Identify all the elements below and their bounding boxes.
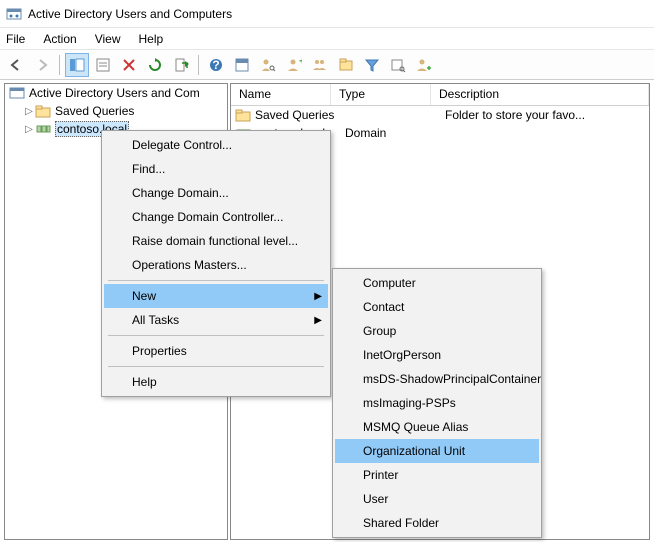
menu-separator (108, 280, 324, 281)
menu-new-contact[interactable]: Contact (335, 295, 539, 319)
details-button[interactable] (91, 53, 115, 77)
menu-new-msimaging[interactable]: msImaging-PSPs (335, 391, 539, 415)
menu-separator (108, 335, 324, 336)
folder-icon (235, 107, 251, 123)
find-users-button[interactable] (256, 53, 280, 77)
cell-name: Saved Queries (255, 108, 337, 122)
delete-button[interactable] (117, 53, 141, 77)
help-button[interactable]: ? (204, 53, 228, 77)
app-icon (6, 6, 22, 22)
tree-root[interactable]: Active Directory Users and Com (5, 84, 227, 102)
aduc-icon (9, 85, 25, 101)
refresh-button[interactable] (143, 53, 167, 77)
properties-button[interactable] (230, 53, 254, 77)
menu-help[interactable]: Help (104, 370, 328, 394)
expand-icon[interactable]: ▷ (23, 106, 35, 117)
window-title: Active Directory Users and Computers (28, 7, 232, 21)
add-ou-button[interactable] (334, 53, 358, 77)
back-button[interactable] (4, 53, 28, 77)
menu-separator (108, 366, 324, 367)
submenu-arrow-icon: ▶ (314, 291, 322, 302)
filter-button[interactable] (360, 53, 384, 77)
expand-icon[interactable]: ▷ (23, 124, 35, 135)
titlebar: Active Directory Users and Computers (0, 0, 654, 28)
add-group-button[interactable] (308, 53, 332, 77)
domain-icon (35, 121, 51, 137)
menu-new-msds-shadow[interactable]: msDS-ShadowPrincipalContainer (335, 367, 539, 391)
menubar: File Action View Help (0, 28, 654, 50)
add-user-button[interactable]: + (282, 53, 306, 77)
tree-root-label: Active Directory Users and Com (29, 86, 200, 100)
submenu-arrow-icon: ▶ (314, 315, 322, 326)
search-button[interactable] (386, 53, 410, 77)
menu-all-tasks[interactable]: All Tasks▶ (104, 308, 328, 332)
menu-find[interactable]: Find... (104, 157, 328, 181)
menu-action[interactable]: Action (43, 32, 76, 46)
menu-new-ou[interactable]: Organizational Unit (335, 439, 539, 463)
menu-new-inetorgperson[interactable]: InetOrgPerson (335, 343, 539, 367)
tree-saved-queries[interactable]: ▷ Saved Queries (5, 102, 227, 120)
cell-desc: Folder to store your favo... (437, 108, 649, 122)
menu-new-printer[interactable]: Printer (335, 463, 539, 487)
menu-properties[interactable]: Properties (104, 339, 328, 363)
column-type[interactable]: Type (331, 84, 431, 105)
column-description[interactable]: Description (431, 84, 649, 105)
menu-view[interactable]: View (95, 32, 121, 46)
toolbar-separator (198, 55, 199, 75)
export-button[interactable] (169, 53, 193, 77)
toolbar-separator (59, 55, 60, 75)
menu-new-computer[interactable]: Computer (335, 271, 539, 295)
column-name[interactable]: Name (231, 84, 331, 105)
list-header: Name Type Description (231, 84, 649, 106)
toolbar: ? + (0, 50, 654, 80)
cell-type: Domain (337, 126, 437, 140)
show-tree-button[interactable] (65, 53, 89, 77)
menu-operations-masters[interactable]: Operations Masters... (104, 253, 328, 277)
forward-button[interactable] (30, 53, 54, 77)
list-row[interactable]: Saved Queries Folder to store your favo.… (231, 106, 649, 124)
menu-new[interactable]: New▶ (104, 284, 328, 308)
svg-text:+: + (299, 57, 302, 68)
svg-text:?: ? (212, 58, 219, 72)
menu-change-dc[interactable]: Change Domain Controller... (104, 205, 328, 229)
menu-new-msmq[interactable]: MSMQ Queue Alias (335, 415, 539, 439)
add-to-group-button[interactable] (412, 53, 436, 77)
menu-new-user[interactable]: User (335, 487, 539, 511)
menu-help[interactable]: Help (139, 32, 164, 46)
menu-raise-level[interactable]: Raise domain functional level... (104, 229, 328, 253)
menu-file[interactable]: File (6, 32, 25, 46)
context-menu-domain[interactable]: Delegate Control... Find... Change Domai… (101, 130, 331, 397)
menu-new-shared-folder[interactable]: Shared Folder (335, 511, 539, 535)
tree-item-label: Saved Queries (55, 104, 134, 118)
context-menu-new[interactable]: Computer Contact Group InetOrgPerson msD… (332, 268, 542, 538)
folder-icon (35, 103, 51, 119)
menu-change-domain[interactable]: Change Domain... (104, 181, 328, 205)
menu-new-group[interactable]: Group (335, 319, 539, 343)
menu-delegate-control[interactable]: Delegate Control... (104, 133, 328, 157)
